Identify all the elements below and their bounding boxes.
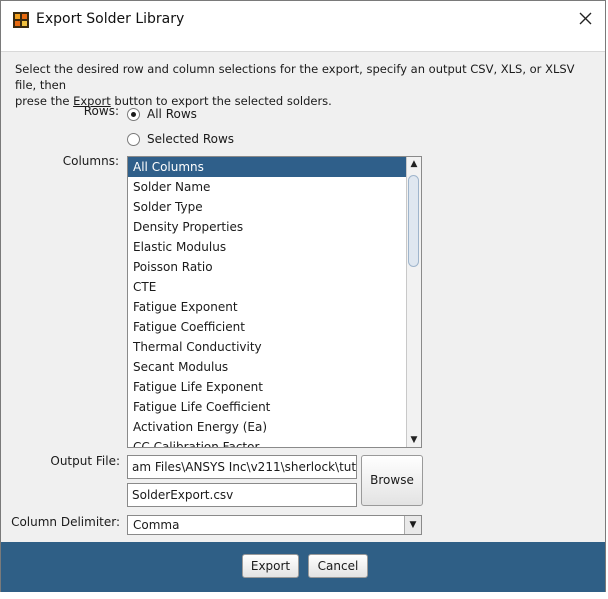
scroll-up-arrow-icon[interactable]: ▲ (409, 158, 419, 170)
selected-rows-label[interactable]: Selected Rows (147, 132, 234, 146)
output-folder-field[interactable]: am Files\ANSYS Inc\v211\sherlock\tutoria… (127, 455, 357, 479)
chevron-down-icon[interactable]: ▼ (404, 516, 421, 534)
list-item-solder-type[interactable]: Solder Type (128, 197, 421, 217)
scroll-down-arrow-icon[interactable]: ▼ (409, 434, 419, 446)
instructions-line-2-end: button to export the selected solders. (110, 94, 332, 108)
output-filename-field[interactable]: SolderExport.csv (127, 483, 357, 507)
list-item-poisson-ratio[interactable]: Poisson Ratio (128, 257, 421, 277)
list-item-activation-energy[interactable]: Activation Energy (Ea) (128, 417, 421, 437)
solder-library-icon (13, 12, 29, 28)
list-item-cc-calibration-factor[interactable]: CC Calibration Factor (128, 437, 421, 447)
scrollbar-thumb[interactable] (408, 175, 419, 267)
delimiter-value: Comma (133, 518, 180, 532)
list-item-cte[interactable]: CTE (128, 277, 421, 297)
instructions-text: Select the desired row and column select… (15, 61, 595, 109)
rows-label: Rows: (83, 104, 119, 118)
selected-rows-radio[interactable] (127, 133, 140, 146)
cancel-button[interactable]: Cancel (308, 554, 368, 578)
radio-selected-dot (131, 112, 136, 117)
all-rows-radio[interactable] (127, 108, 140, 121)
title-bar: Export Solder Library (1, 1, 605, 37)
list-item-density-properties[interactable]: Density Properties (128, 217, 421, 237)
list-item-fatigue-exponent[interactable]: Fatigue Exponent (128, 297, 421, 317)
list-item-fatigue-coefficient[interactable]: Fatigue Coefficient (128, 317, 421, 337)
columns-scrollbar[interactable]: ▲ ▼ (406, 157, 421, 447)
output-file-label: Output File: (50, 454, 120, 468)
list-item-elastic-modulus[interactable]: Elastic Modulus (128, 237, 421, 257)
columns-label: Columns: (62, 154, 119, 168)
column-delimiter-label: Column Delimiter: (11, 515, 120, 529)
columns-listbox[interactable]: All Columns Solder Name Solder Type Dens… (127, 156, 422, 448)
window-title: Export Solder Library (36, 11, 185, 27)
dialog-footer: Export Cancel (1, 542, 605, 592)
list-item-fatigue-life-coefficient[interactable]: Fatigue Life Coefficient (128, 397, 421, 417)
list-item-all-columns[interactable]: All Columns (128, 157, 421, 177)
browse-button[interactable]: Browse (361, 455, 423, 506)
export-button[interactable]: Export (242, 554, 299, 578)
column-delimiter-select[interactable]: Comma ▼ (127, 515, 422, 535)
list-item-solder-name[interactable]: Solder Name (128, 177, 421, 197)
all-rows-label[interactable]: All Rows (147, 107, 197, 121)
list-item-secant-modulus[interactable]: Secant Modulus (128, 357, 421, 377)
list-item-fatigue-life-exponent[interactable]: Fatigue Life Exponent (128, 377, 421, 397)
export-solder-library-dialog: Export Solder Library Select the desired… (0, 0, 606, 592)
close-icon[interactable] (571, 8, 599, 30)
instructions-line-1: Select the desired row and column select… (15, 62, 575, 92)
list-item-thermal-conductivity[interactable]: Thermal Conductivity (128, 337, 421, 357)
